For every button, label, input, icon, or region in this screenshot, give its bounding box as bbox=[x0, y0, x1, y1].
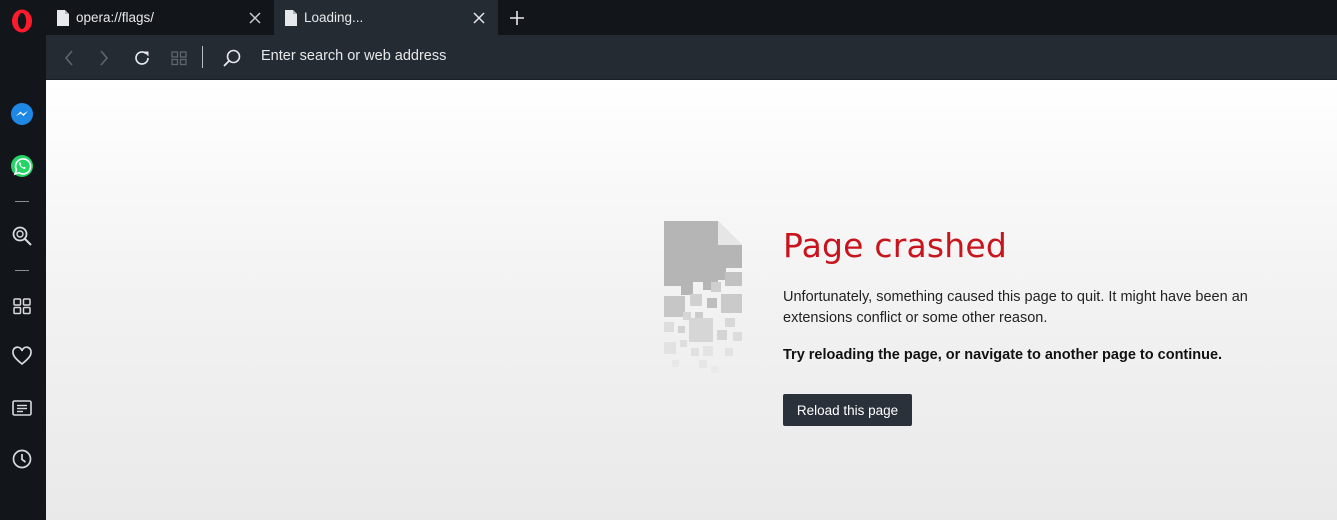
search-icon[interactable] bbox=[219, 45, 245, 71]
tab-flags[interactable]: opera://flags/ bbox=[46, 0, 274, 35]
news-icon[interactable] bbox=[10, 396, 34, 420]
reload-button[interactable] bbox=[129, 45, 155, 71]
close-icon[interactable] bbox=[466, 5, 492, 31]
sidebar-separator bbox=[15, 270, 29, 271]
file-icon bbox=[285, 9, 297, 26]
whatsapp-icon[interactable] bbox=[10, 154, 34, 178]
tab-loading[interactable]: Loading... bbox=[274, 0, 498, 35]
address-bar[interactable]: Enter search or web address bbox=[261, 48, 446, 64]
heart-icon[interactable] bbox=[10, 344, 34, 368]
tab-title: opera://flags/ bbox=[76, 10, 155, 25]
new-tab-button[interactable] bbox=[504, 5, 530, 31]
crash-hint: Try reloading the page, or navigate to a… bbox=[783, 347, 1223, 363]
toolbar-divider bbox=[202, 46, 203, 68]
toolbar: Enter search or web address bbox=[46, 35, 1337, 80]
reload-page-button[interactable]: Reload this page bbox=[783, 394, 912, 426]
opera-logo-icon[interactable] bbox=[10, 8, 34, 34]
sidebar bbox=[0, 0, 46, 520]
crash-description: Unfortunately, something caused this pag… bbox=[783, 289, 1248, 326]
tab-grid-icon[interactable] bbox=[166, 45, 192, 71]
history-icon[interactable] bbox=[10, 447, 34, 471]
close-icon[interactable] bbox=[242, 5, 268, 31]
search-icon[interactable] bbox=[10, 224, 34, 248]
sidebar-separator bbox=[15, 201, 29, 202]
browser-window: opera://flags/ Loading... Enter search o… bbox=[0, 0, 1337, 520]
tab-title: Loading... bbox=[304, 10, 364, 25]
crashed-document-icon bbox=[664, 221, 742, 373]
back-button[interactable] bbox=[56, 45, 82, 71]
speed-dial-icon[interactable] bbox=[10, 294, 34, 318]
file-icon bbox=[57, 9, 69, 26]
page-title: Page crashed bbox=[783, 226, 1008, 265]
crash-page: Page crashed Unfortunately, something ca… bbox=[46, 80, 1337, 520]
tab-strip: opera://flags/ Loading... bbox=[46, 0, 1337, 35]
forward-button[interactable] bbox=[91, 45, 117, 71]
messenger-icon[interactable] bbox=[10, 102, 34, 126]
